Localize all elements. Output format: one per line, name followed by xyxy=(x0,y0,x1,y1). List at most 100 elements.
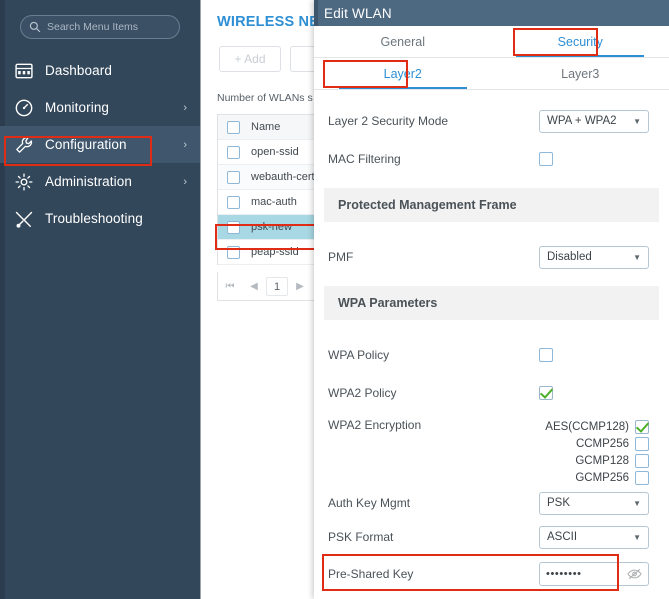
label-mac-filtering: MAC Filtering xyxy=(328,152,401,166)
sidebar-item-dashboard[interactable]: Dashboard xyxy=(0,52,200,89)
tab-security[interactable]: Security xyxy=(492,26,669,57)
sidebar-item-label: Monitoring xyxy=(45,100,110,115)
tab-active-underline xyxy=(338,86,467,89)
tab-layer2[interactable]: Layer2 xyxy=(314,58,492,89)
label-wpa2-encryption: WPA2 Encryption xyxy=(328,418,422,432)
row-checkbox[interactable] xyxy=(226,220,240,234)
tab-active-underline xyxy=(516,54,645,57)
row-checkbox-cell[interactable] xyxy=(218,195,248,209)
tab-layer3[interactable]: Layer3 xyxy=(492,58,669,89)
sidebar-item-configuration[interactable]: Configuration › xyxy=(0,126,200,163)
next-page-icon[interactable]: ▶ xyxy=(288,281,312,292)
wlan-table: Name open-ssid webauth-cert mac-auth psk… xyxy=(217,114,318,265)
table-row[interactable]: mac-auth xyxy=(218,190,318,215)
sidebar-item-label: Administration xyxy=(45,174,132,189)
wpa2-policy-checkbox[interactable] xyxy=(539,386,553,400)
add-button[interactable]: + Add xyxy=(219,46,281,72)
encryption-option-aes-ccmp128[interactable]: AES(CCMP128) xyxy=(539,418,649,435)
pmf-select[interactable]: Disabled ▼ xyxy=(539,245,649,269)
encryption-checkbox[interactable] xyxy=(635,436,649,451)
encryption-checkbox[interactable] xyxy=(635,470,649,485)
table-row-selected[interactable]: psk-new xyxy=(218,215,318,240)
tools-icon xyxy=(15,211,33,228)
label-pmf: PMF xyxy=(328,250,354,264)
row-pre-shared-key: Pre-Shared Key •••••••• xyxy=(314,554,669,594)
wpa2-encryption-options: AES(CCMP128) CCMP256 GCMP128 GCMP256 xyxy=(539,418,649,486)
label-psk-format: PSK Format xyxy=(328,530,394,544)
chevron-down-icon: ▼ xyxy=(633,498,641,508)
encryption-option-ccmp256[interactable]: CCMP256 xyxy=(539,435,649,452)
first-page-icon[interactable]: ⏮ xyxy=(218,281,242,292)
sidebar-item-troubleshooting[interactable]: Troubleshooting xyxy=(0,200,200,237)
wpa-policy-checkbox[interactable] xyxy=(539,348,553,362)
row-checkbox-cell[interactable] xyxy=(218,170,248,184)
row-checkbox[interactable] xyxy=(226,195,240,209)
primary-tab-row: General Security xyxy=(314,26,669,58)
dashboard-icon xyxy=(15,63,33,78)
wrench-icon xyxy=(16,136,33,153)
wlan-name: mac-auth xyxy=(251,196,297,208)
psk-format-select[interactable]: ASCII ▼ xyxy=(539,525,649,549)
table-row[interactable]: peap-ssid xyxy=(218,240,318,265)
table-row[interactable]: webauth-cert xyxy=(218,165,318,190)
mac-filtering-checkbox[interactable] xyxy=(539,152,553,166)
table-row[interactable]: open-ssid xyxy=(218,140,318,165)
column-header-name: Name xyxy=(251,121,281,133)
secondary-tab-row: Layer2 Layer3 xyxy=(314,58,669,90)
encryption-option-label: GCMP128 xyxy=(575,454,629,467)
wlan-name: webauth-cert xyxy=(251,171,315,183)
page-title: WIRELESS NET xyxy=(217,14,318,30)
search-icon xyxy=(29,21,41,33)
pre-shared-key-input[interactable]: •••••••• xyxy=(539,562,649,586)
row-checkbox[interactable] xyxy=(226,170,240,184)
pagination: ⏮ ◀ 1 ▶ xyxy=(217,272,318,301)
search-menu-items-box[interactable] xyxy=(20,15,180,39)
edit-wlan-dialog: Edit WLAN General Security Layer2 Layer3 xyxy=(314,0,669,599)
row-checkbox-cell[interactable] xyxy=(218,145,248,159)
security-form: Layer 2 Security Mode WPA + WPA2 ▼ MAC F… xyxy=(314,90,669,594)
encryption-option-label: GCMP256 xyxy=(575,471,629,484)
page-number[interactable]: 1 xyxy=(266,276,288,296)
tab-general[interactable]: General xyxy=(314,26,492,57)
gauge-icon xyxy=(15,99,33,116)
sidebar-item-label: Troubleshooting xyxy=(45,211,143,226)
label-wpa2-policy: WPA2 Policy xyxy=(328,386,397,400)
row-checkbox-cell[interactable] xyxy=(218,245,248,259)
auth-key-mgmt-select[interactable]: PSK ▼ xyxy=(539,491,649,515)
encryption-option-gcmp128[interactable]: GCMP128 xyxy=(539,452,649,469)
eye-slash-icon[interactable] xyxy=(627,568,642,580)
encryption-checkbox[interactable] xyxy=(635,419,649,434)
sidebar: Dashboard Monitoring › Configuration › xyxy=(0,0,200,599)
select-all-checkbox[interactable] xyxy=(226,120,240,134)
pre-shared-key-value: •••••••• xyxy=(546,568,582,580)
layer2-security-mode-select[interactable]: WPA + WPA2 ▼ xyxy=(539,109,649,133)
dialog-title: Edit WLAN xyxy=(324,5,392,21)
psk-format-value: ASCII xyxy=(547,531,578,543)
tab-label: Layer2 xyxy=(383,66,422,81)
sidebar-nav: Dashboard Monitoring › Configuration › A… xyxy=(0,52,200,237)
sidebar-item-label: Configuration xyxy=(45,137,127,152)
wlan-name: psk-new xyxy=(251,221,292,233)
sidebar-item-monitoring[interactable]: Monitoring › xyxy=(0,89,200,126)
encryption-option-gcmp256[interactable]: GCMP256 xyxy=(539,469,649,486)
chevron-right-icon: › xyxy=(183,101,187,114)
row-checkbox-cell[interactable] xyxy=(218,220,248,234)
sidebar-item-label: Dashboard xyxy=(45,63,112,78)
pmf-value: Disabled xyxy=(547,251,592,263)
chevron-down-icon: ▼ xyxy=(633,252,641,262)
search-input[interactable] xyxy=(47,21,171,33)
wlan-name: peap-ssid xyxy=(251,246,299,258)
gear-icon xyxy=(15,173,33,190)
row-pmf: PMF Disabled ▼ xyxy=(314,238,669,276)
select-all-cell[interactable] xyxy=(218,120,248,134)
encryption-checkbox[interactable] xyxy=(635,453,649,468)
sidebar-item-administration[interactable]: Administration › xyxy=(0,163,200,200)
row-checkbox[interactable] xyxy=(226,145,240,159)
prev-page-icon[interactable]: ◀ xyxy=(242,281,266,292)
row-checkbox[interactable] xyxy=(226,245,240,259)
chevron-right-icon: › xyxy=(183,138,187,151)
row-mac-filtering: MAC Filtering xyxy=(314,140,669,178)
